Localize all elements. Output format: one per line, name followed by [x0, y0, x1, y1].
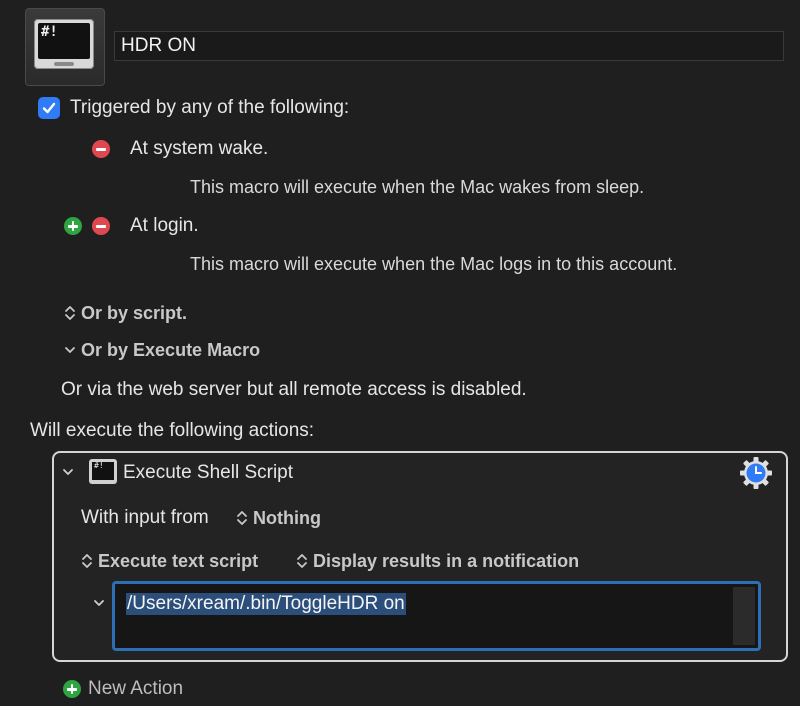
- plus-icon: [70, 684, 74, 694]
- trigger-description: This macro will execute when the Mac wak…: [190, 177, 645, 197]
- actions-heading: Will execute the following actions:: [30, 420, 315, 441]
- chevron-down-icon[interactable]: [93, 597, 105, 609]
- or-by-execute-macro-toggle[interactable]: Or by Execute Macro: [64, 340, 260, 361]
- plus-icon: [71, 221, 75, 231]
- macro-name-field[interactable]: [114, 31, 784, 61]
- stepper-icon: [65, 306, 75, 320]
- macro-icon-well[interactable]: #!: [25, 8, 105, 86]
- checkmark-icon: [42, 102, 56, 114]
- script-mode-popup[interactable]: Execute text script: [81, 551, 258, 572]
- triggered-checkbox[interactable]: [38, 97, 60, 119]
- remove-trigger-button[interactable]: [92, 217, 110, 235]
- script-text[interactable]: /Users/xream/.bin/ToggleHDR on: [126, 593, 406, 615]
- chevron-down-icon[interactable]: [62, 466, 74, 478]
- input-label: With input from: [81, 507, 209, 528]
- stepper-icon: [297, 554, 307, 568]
- terminal-icon: #!: [89, 459, 117, 484]
- gear-clock-icon[interactable]: [739, 456, 773, 490]
- or-by-script-toggle[interactable]: Or by script.: [64, 303, 187, 324]
- trigger-description: This macro will execute when the Mac log…: [190, 254, 678, 274]
- terminal-icon: #!: [34, 19, 94, 69]
- input-source-popup[interactable]: Nothing: [236, 508, 321, 529]
- remove-trigger-button[interactable]: [92, 140, 110, 158]
- scrollbar[interactable]: [733, 587, 755, 645]
- add-trigger-button[interactable]: [64, 217, 82, 235]
- new-action-button[interactable]: New Action: [88, 678, 183, 700]
- web-server-note: Or via the web server but all remote acc…: [61, 379, 527, 400]
- stepper-icon: [237, 511, 247, 525]
- triggers-heading: Triggered by any of the following:: [70, 97, 350, 118]
- chevron-down-icon: [65, 347, 75, 353]
- stepper-icon: [82, 554, 92, 568]
- minus-icon: [96, 225, 106, 228]
- output-popup[interactable]: Display results in a notification: [296, 551, 579, 572]
- script-editor[interactable]: /Users/xream/.bin/ToggleHDR on: [112, 581, 761, 651]
- action-title: Execute Shell Script: [123, 462, 294, 483]
- trigger-title: At login.: [130, 215, 199, 236]
- trigger-title: At system wake.: [130, 138, 269, 159]
- minus-icon: [96, 148, 106, 151]
- add-action-icon[interactable]: [63, 680, 81, 698]
